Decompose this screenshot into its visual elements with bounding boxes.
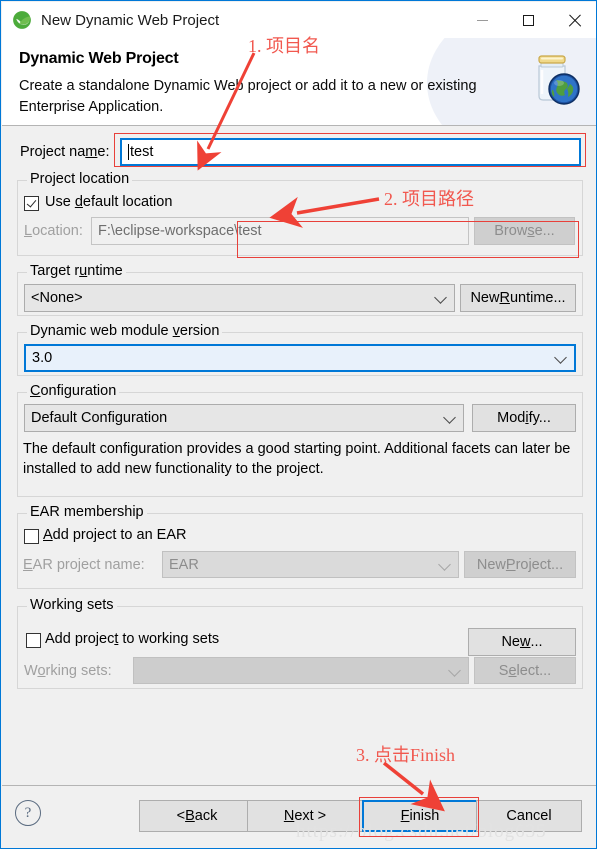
ear-project-name-combo: EAR	[162, 551, 459, 578]
project-location-group-title: Project location	[27, 171, 133, 187]
add-project-to-working-sets-label[interactable]: Add project to working sets	[45, 631, 219, 647]
location-input: F:\eclipse-workspace\test	[91, 217, 469, 245]
configuration-group-title: Configuration	[27, 383, 120, 399]
minimize-icon	[476, 19, 488, 21]
project-name-value: test	[130, 144, 154, 160]
button-bar-divider	[2, 785, 596, 786]
select-working-set-button: Se lect...	[474, 657, 576, 684]
web-module-version-group-title: Dynamic web module version	[27, 323, 223, 339]
use-default-location-checkbox[interactable]	[24, 196, 39, 211]
close-icon	[568, 14, 581, 27]
annotation-3-text: 3. 点击Finish	[356, 745, 456, 765]
maximize-icon	[522, 14, 534, 26]
close-button[interactable]	[551, 2, 596, 38]
back-button[interactable]: < Back	[139, 800, 255, 832]
new-runtime-button[interactable]: New Runtime...	[460, 284, 576, 312]
help-icon[interactable]: ?	[15, 800, 41, 826]
configuration-description: The default configuration provides a goo…	[23, 441, 571, 477]
minimize-button[interactable]	[459, 2, 505, 38]
ear-project-name-value: EAR	[169, 556, 199, 573]
eclipse-leaf-icon	[12, 10, 32, 30]
finish-button[interactable]: Finish	[362, 800, 478, 832]
jar-globe-icon	[523, 50, 585, 112]
web-module-version-value: 3.0	[32, 350, 53, 366]
annotation-1-text: 1. 项目名	[248, 36, 320, 56]
add-project-to-ear-label[interactable]: Add project to an EAR	[43, 527, 186, 543]
chevron-down-icon	[438, 557, 451, 571]
use-default-location-label[interactable]: Use default location	[45, 194, 172, 210]
dialog-content: Project name: test Project location Use …	[2, 125, 596, 785]
chevron-down-icon	[443, 411, 456, 424]
working-sets-group-title: Working sets	[27, 597, 117, 613]
window-controls	[459, 2, 596, 38]
ear-membership-group-title: EAR membership	[27, 504, 147, 520]
target-runtime-group-title: Target runtime	[27, 263, 126, 279]
text-caret	[128, 144, 129, 160]
project-name-input[interactable]: test	[120, 138, 581, 166]
maximize-button[interactable]	[505, 2, 551, 38]
dialog-button-bar: ? < Back Next > Finish Cancel	[2, 785, 596, 848]
add-project-to-ear-checkbox[interactable]	[24, 529, 39, 544]
new-ear-project-button: New Project...	[464, 551, 576, 578]
configuration-value: Default Configuration	[31, 410, 168, 426]
project-name-label: Project name:	[20, 144, 110, 160]
working-sets-label: Working sets:	[24, 663, 112, 679]
chevron-down-icon	[554, 351, 567, 364]
browse-button: Brow s e...	[474, 217, 575, 245]
target-runtime-combo[interactable]: <None>	[24, 284, 455, 312]
web-module-version-combo[interactable]: 3.0	[24, 344, 576, 372]
location-value: F:\eclipse-workspace\test	[98, 223, 262, 239]
location-label: Location:	[24, 223, 83, 239]
ear-project-name-label: EAR project name:	[23, 557, 145, 573]
cancel-button[interactable]: Cancel	[476, 800, 582, 832]
working-sets-combo	[133, 657, 469, 684]
add-project-to-working-sets-checkbox[interactable]	[26, 633, 41, 648]
new-working-set-button[interactable]: Ne w...	[468, 628, 576, 656]
window-title: New Dynamic Web Project	[41, 11, 220, 29]
modify-button[interactable]: Mod i fy...	[472, 404, 576, 432]
page-title: Dynamic Web Project	[19, 50, 179, 67]
page-description: Create a standalone Dynamic Web project …	[19, 78, 477, 115]
content-divider	[2, 125, 596, 126]
target-runtime-value: <None>	[31, 290, 83, 306]
chevron-down-icon	[448, 663, 461, 677]
configuration-combo[interactable]: Default Configuration	[24, 404, 464, 432]
next-button[interactable]: Next >	[247, 800, 363, 832]
new-dynamic-web-project-dialog: New Dynamic Web Project Dynamic Web Proj…	[0, 0, 597, 849]
chevron-down-icon	[434, 291, 447, 304]
annotation-2-text: 2. 项目路径	[384, 189, 474, 209]
